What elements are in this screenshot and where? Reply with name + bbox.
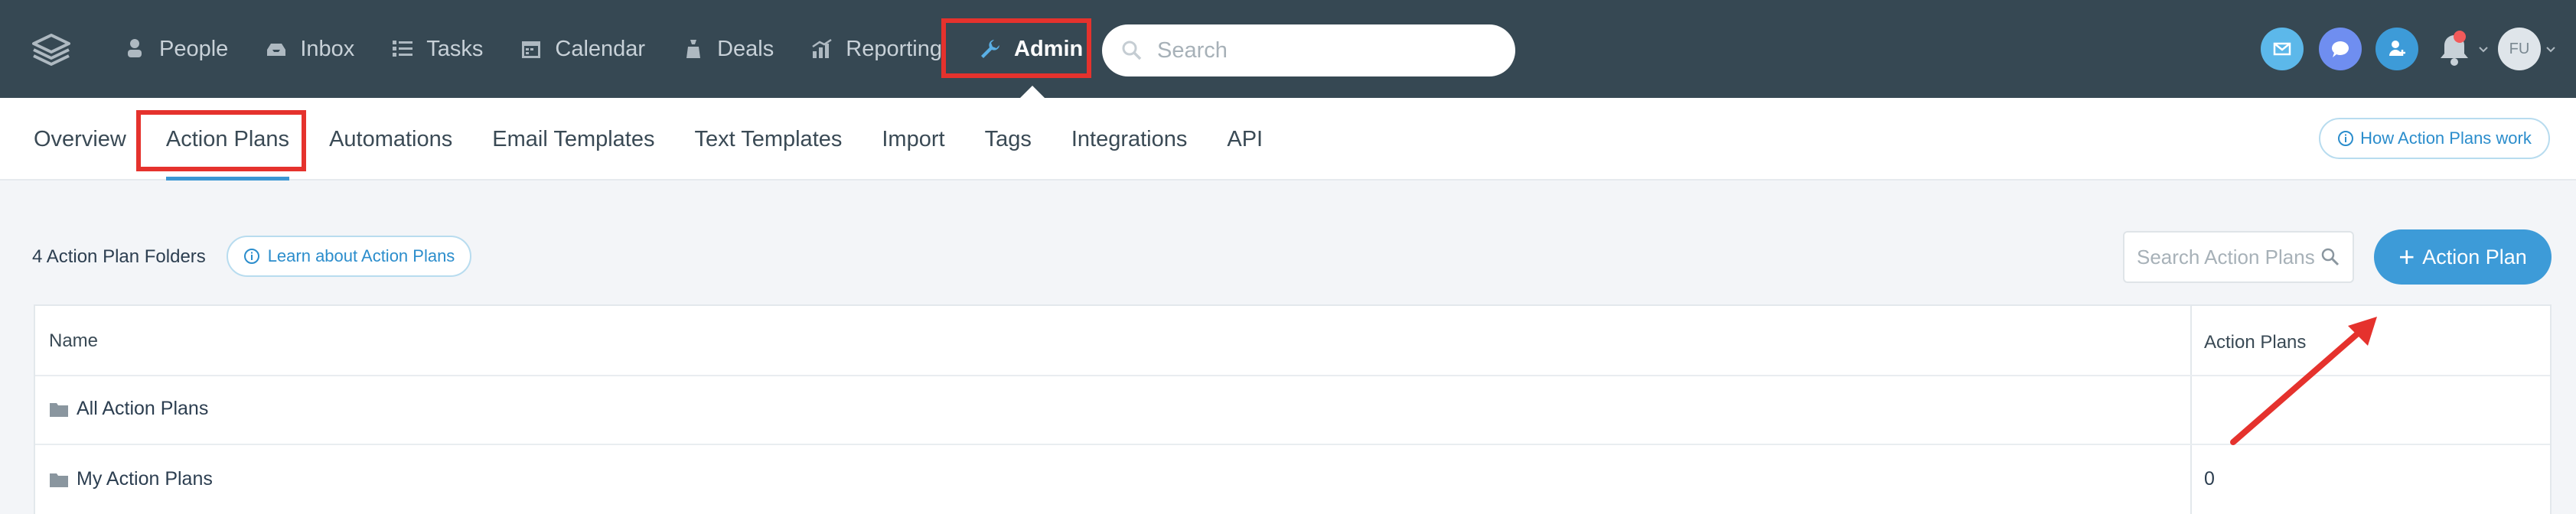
deals-bag-icon xyxy=(686,40,701,58)
folder-name: My Action Plans xyxy=(77,468,213,490)
action-plans-highlight-annotation xyxy=(136,110,306,171)
search-icon xyxy=(2321,248,2340,266)
table-row[interactable]: All Action Plans xyxy=(35,376,2550,445)
email-icon xyxy=(2273,42,2291,56)
people-icon xyxy=(128,39,142,57)
nav-label: Deals xyxy=(717,36,774,61)
folder-count-label: 4 Action Plan Folders xyxy=(32,246,206,267)
folder-name-cell[interactable]: My Action Plans xyxy=(49,468,213,490)
nav-item-reporting[interactable]: Reporting xyxy=(792,0,960,98)
nav-item-inbox[interactable]: Inbox xyxy=(246,0,373,98)
global-search-input[interactable] xyxy=(1157,37,1479,63)
avatar[interactable]: FU xyxy=(2498,28,2541,70)
action-plan-search-input[interactable] xyxy=(2137,245,2320,269)
folder-name-cell[interactable]: All Action Plans xyxy=(49,398,208,420)
folder-icon xyxy=(50,402,68,417)
nav-item-tasks[interactable]: Tasks xyxy=(373,0,501,98)
folder-name: All Action Plans xyxy=(77,398,209,419)
active-nav-pointer xyxy=(1020,86,1045,98)
tab-import[interactable]: Import xyxy=(862,98,964,181)
nav-label: Reporting xyxy=(846,36,942,61)
global-search[interactable] xyxy=(1102,24,1515,76)
add-contact-button[interactable] xyxy=(2375,28,2418,70)
admin-highlight-annotation xyxy=(941,18,1091,78)
nav-label: People xyxy=(159,36,229,61)
table-row[interactable]: My Action Plans 0 xyxy=(35,445,2550,514)
search-icon xyxy=(1122,41,1142,60)
learn-about-action-plans-link[interactable]: Learn about Action Plans xyxy=(227,236,471,277)
learn-link-label: Learn about Action Plans xyxy=(267,246,455,265)
tab-email-templates[interactable]: Email Templates xyxy=(472,98,674,181)
chat-icon xyxy=(2332,41,2349,57)
avatar-initials: FU xyxy=(2509,40,2530,57)
inbox-icon xyxy=(267,44,286,56)
tab-overview[interactable]: Overview xyxy=(14,98,146,181)
plus-icon: + xyxy=(2398,241,2415,272)
add-button-label: Action Plan xyxy=(2422,245,2527,268)
add-contact-icon xyxy=(2389,41,2405,56)
how-action-plans-work-link[interactable]: How Action Plans work xyxy=(2319,118,2550,159)
tab-integrations[interactable]: Integrations xyxy=(1052,98,1208,181)
tab-automations[interactable]: Automations xyxy=(309,98,472,181)
chevron-down-icon[interactable] xyxy=(2545,44,2556,55)
nav-label: Inbox xyxy=(300,36,355,61)
tasks-list-icon xyxy=(393,41,413,57)
tab-tags[interactable]: Tags xyxy=(965,98,1052,181)
folder-count-cell: 0 xyxy=(2204,468,2215,490)
stacked-layers-icon[interactable] xyxy=(31,32,72,66)
calendar-icon xyxy=(522,41,541,58)
info-icon xyxy=(2338,131,2354,146)
folder-icon xyxy=(50,473,68,487)
action-plan-folders-table: Name Action Plans All Action Plans My Ac… xyxy=(34,304,2552,514)
tab-text-templates[interactable]: Text Templates xyxy=(674,98,862,181)
chart-icon xyxy=(812,38,832,58)
nav-label: Tasks xyxy=(426,36,484,61)
info-icon xyxy=(243,249,259,264)
nav-label: Calendar xyxy=(555,36,646,61)
nav-item-deals[interactable]: Deals xyxy=(664,0,792,98)
email-button[interactable] xyxy=(2261,28,2304,70)
admin-subnav-bar: Overview Action Plans Automations Email … xyxy=(0,98,2576,181)
add-action-plan-button[interactable]: + Action Plan xyxy=(2374,229,2552,285)
chevron-down-icon[interactable] xyxy=(2478,44,2489,55)
chat-button[interactable] xyxy=(2319,28,2362,70)
notification-dot xyxy=(2454,31,2466,43)
nav-item-calendar[interactable]: Calendar xyxy=(501,0,664,98)
tab-api[interactable]: API xyxy=(1207,98,1283,181)
column-header-name[interactable]: Name xyxy=(49,330,98,352)
nav-item-people[interactable]: People xyxy=(106,0,246,98)
table-header-row: Name Action Plans xyxy=(35,306,2550,376)
top-navigation-bar: People Inbox Tasks Calendar Deals Report… xyxy=(0,0,2576,98)
annotation-arrow xyxy=(2230,317,2377,445)
action-plan-search[interactable] xyxy=(2123,231,2354,283)
how-link-label: How Action Plans work xyxy=(2360,128,2532,148)
